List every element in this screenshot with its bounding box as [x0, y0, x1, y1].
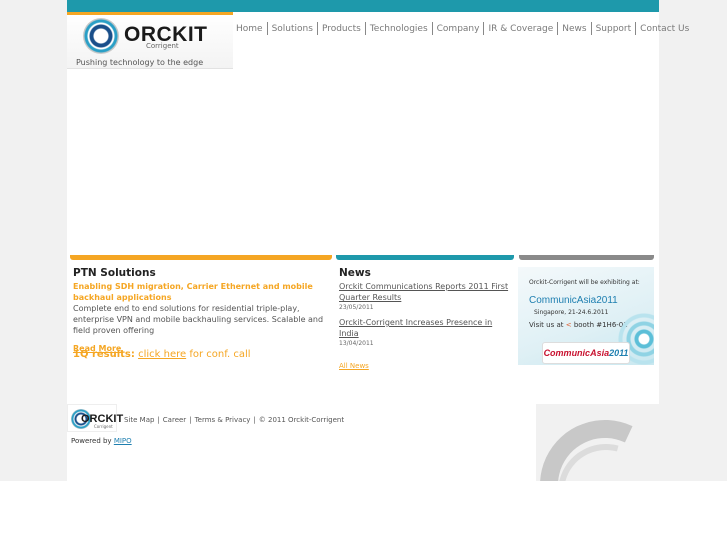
communicasia-logo: CommunicAsia2011 — [542, 342, 630, 364]
top-bar — [67, 0, 659, 12]
footer-decoration — [536, 404, 659, 481]
communicasia-logo-year: 2011 — [609, 348, 629, 358]
news-item: Orckit-Corrigent Increases Presence in I… — [339, 317, 511, 349]
banner-column-bar — [519, 255, 654, 260]
ptn-heading: PTN Solutions — [73, 267, 156, 279]
news-heading: News — [339, 267, 371, 279]
nav-company[interactable]: Company — [434, 24, 483, 34]
nav-separator — [364, 22, 366, 35]
footer-separator: | — [253, 416, 256, 424]
nav-products[interactable]: Products — [319, 24, 364, 34]
nav-separator — [431, 22, 433, 35]
ptn-section: PTN Solutions Enabling SDH migration, Ca… — [73, 267, 331, 355]
powered-by-link[interactable]: MIPO — [114, 437, 132, 445]
nav-ir-coverage[interactable]: IR & Coverage — [485, 24, 556, 34]
banner-event: CommunicAsia2011 — [529, 295, 618, 306]
banner-booth: Visit us at < booth #1H6-01 — [529, 321, 628, 329]
orckit-logo-icon — [83, 18, 119, 54]
news-item: Orckit Communications Reports 2011 First… — [339, 281, 511, 313]
nav-home[interactable]: Home — [233, 24, 266, 34]
nav-separator — [316, 22, 318, 35]
results-suffix: for conf. call — [189, 349, 251, 360]
nav-separator — [590, 22, 592, 35]
event-banner[interactable]: Orckit-Corrigent will be exhibiting at: … — [518, 267, 654, 365]
nav-separator — [266, 22, 268, 35]
nav-separator — [635, 22, 637, 35]
news-item-date: 13/04/2011 — [339, 340, 374, 347]
results-link[interactable]: click here — [138, 349, 186, 360]
nav-news[interactable]: News — [559, 24, 589, 34]
tagline: Pushing technology to the edge — [76, 58, 204, 67]
banner-location: Singapore, 21-24.6.2011 — [534, 309, 609, 316]
results-label: 1Q results: — [73, 349, 135, 360]
arrow-icon: < — [565, 321, 572, 329]
logo-subtext: Corrigent — [146, 42, 179, 50]
quarter-results: 1Q results: click here for conf. call — [73, 349, 251, 360]
main-nav: Home Solutions Products Technologies Com… — [233, 22, 692, 35]
nav-solutions[interactable]: Solutions — [269, 24, 316, 34]
bottom-band — [0, 481, 727, 545]
news-section: News Orckit Communications Reports 2011 … — [339, 267, 511, 372]
banner-intro: Orckit-Corrigent will be exhibiting at: — [529, 279, 640, 286]
footer-links: Site Map | Career | Terms & Privacy | © … — [124, 416, 344, 424]
footer-separator: | — [189, 416, 192, 424]
news-item-link[interactable]: Orckit-Corrigent Increases Presence in I… — [339, 317, 511, 339]
nav-technologies[interactable]: Technologies — [367, 24, 431, 34]
communicasia-logo-text: CommunicAsia — [543, 348, 610, 358]
footer-separator: | — [157, 416, 160, 424]
banner-visit: Visit us at — [529, 321, 564, 329]
nav-support[interactable]: Support — [593, 24, 635, 34]
powered-label: Powered by — [71, 437, 112, 445]
footer-logo-subtext: Corrigent — [94, 424, 113, 429]
powered-by: Powered by MIPO — [71, 437, 132, 445]
nav-contact-us[interactable]: Contact Us — [637, 24, 692, 34]
footer-logo[interactable]: ORCKIT Corrigent — [67, 404, 123, 432]
nav-separator — [483, 22, 485, 35]
ptn-column-bar — [70, 255, 332, 260]
ptn-description: Complete end to end solutions for reside… — [73, 304, 324, 335]
footer-link-terms[interactable]: Terms & Privacy — [195, 416, 251, 424]
all-news-link[interactable]: All News — [339, 362, 369, 370]
footer-copyright: © 2011 Orckit-Corrigent — [258, 416, 345, 424]
ptn-tagline: Enabling SDH migration, Carrier Ethernet… — [73, 282, 313, 302]
news-column-bar — [336, 255, 514, 260]
site-logo[interactable]: ORCKIT Corrigent Pushing technology to t… — [67, 15, 233, 69]
nav-separator — [557, 22, 559, 35]
footer-link-site-map[interactable]: Site Map — [124, 416, 154, 424]
footer-link-career[interactable]: Career — [163, 416, 186, 424]
news-item-date: 23/05/2011 — [339, 304, 374, 311]
news-item-link[interactable]: Orckit Communications Reports 2011 First… — [339, 281, 511, 303]
